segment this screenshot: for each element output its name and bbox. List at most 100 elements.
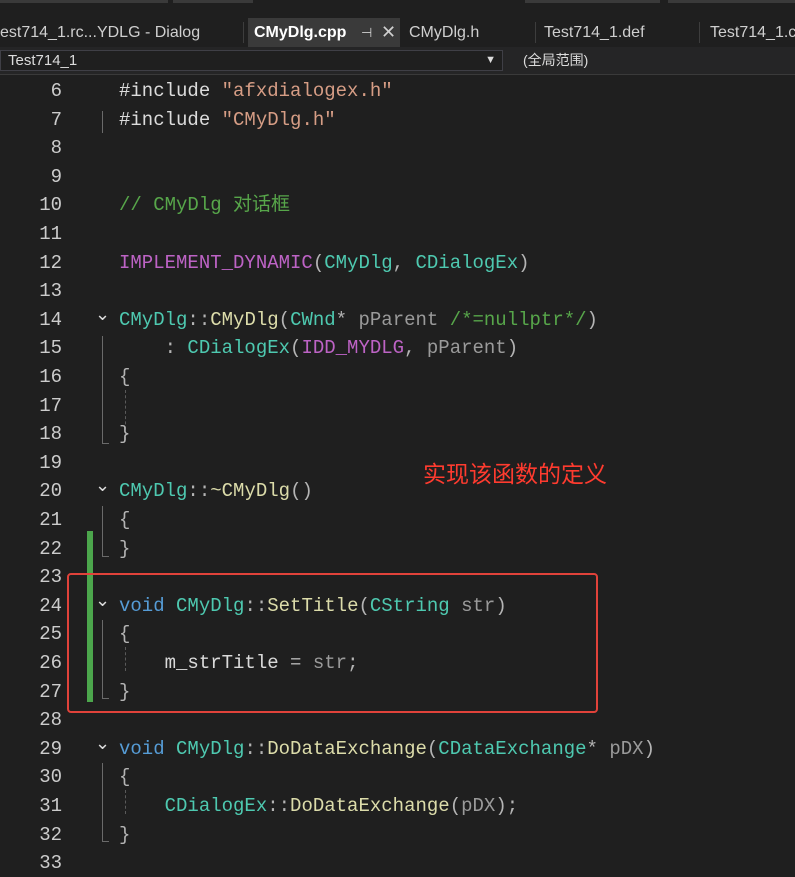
pin-icon[interactable]: ⊣ xyxy=(361,18,372,47)
collapse-chevron-icon[interactable]: ⌄ xyxy=(95,729,110,757)
code-token: CMyDlg xyxy=(324,251,393,274)
code-token: CWnd xyxy=(290,308,336,331)
collapse-chevron-icon[interactable]: ⌄ xyxy=(95,471,110,499)
code-token: IMPLEMENT_DYNAMIC xyxy=(119,251,313,274)
code-text: CMyDlg::~CMyDlg() xyxy=(119,477,313,505)
code-line[interactable]: 22} xyxy=(0,535,795,563)
line-number: 6 xyxy=(50,80,62,102)
code-line[interactable]: 11 xyxy=(0,220,795,248)
line-number: 14 xyxy=(39,308,62,331)
code-token: DoDataExchange xyxy=(290,795,450,817)
code-token: pDX xyxy=(461,795,496,817)
annotation-label: 实现该函数的定义 xyxy=(423,462,607,488)
line-number: 13 xyxy=(39,280,62,303)
code-line[interactable]: 16 { xyxy=(0,363,795,391)
tab-divider xyxy=(535,22,536,43)
line-number: 15 xyxy=(39,337,62,360)
line-number: 23 xyxy=(39,566,62,589)
tab-label: Test714_1.def xyxy=(544,24,645,41)
code-line[interactable]: 7 #include "CMyDlg.h" xyxy=(0,106,795,134)
code-line[interactable]: 15 : CDialogEx(IDD_MYDLG, pParent) xyxy=(0,334,795,362)
code-token: pParent xyxy=(358,308,450,331)
tab-cmydlg-h[interactable]: CMyDlg.h xyxy=(403,18,533,47)
line-number: 29 xyxy=(39,737,62,760)
code-token: ~CMyDlg xyxy=(210,480,291,503)
code-text: : CDialogEx(IDD_MYDLG, pParent) xyxy=(119,334,519,362)
code-text: #include "CMyDlg.h" xyxy=(119,106,336,134)
code-line[interactable]: 21 { xyxy=(0,506,795,534)
project-label: Test714_1 xyxy=(8,52,78,69)
code-text: // CMyDlg 对话框 xyxy=(119,191,290,219)
code-token: } xyxy=(119,423,131,446)
code-token: } xyxy=(119,537,131,560)
tab-label: CMyDlg.cpp xyxy=(254,24,347,41)
code-line[interactable]: 10 // CMyDlg 对话框 xyxy=(0,191,795,219)
code-token: : xyxy=(119,337,188,360)
scope-dropdown[interactable]: (全局范围) xyxy=(523,50,588,71)
code-line[interactable]: 8 xyxy=(0,134,795,162)
code-line[interactable]: 9 xyxy=(0,163,795,191)
line-number: 9 xyxy=(50,165,62,188)
line-number: 32 xyxy=(39,823,62,846)
code-token: "CMyDlg.h" xyxy=(221,108,336,131)
line-number: 28 xyxy=(39,709,62,732)
code-token: CDialogEx xyxy=(187,337,291,360)
code-text: } xyxy=(119,420,130,448)
tab-test-c[interactable]: Test714_1.c xyxy=(704,18,795,47)
tab-rc-dialog[interactable]: est714_1.rc...YDLG - Dialog xyxy=(0,18,243,47)
code-token: // CMyDlg 对话框 xyxy=(119,194,291,217)
line-number: 33 xyxy=(39,852,62,875)
line-number: 30 xyxy=(39,766,62,789)
code-line[interactable]: 13 xyxy=(0,277,795,305)
code-line[interactable]: 30 { xyxy=(0,763,795,791)
annotation-highlight-box xyxy=(67,573,598,713)
navigation-bar: Test714_1 ▼ (全局范围) xyxy=(0,47,795,75)
code-line[interactable]: 12 IMPLEMENT_DYNAMIC(CMyDlg, CDialogEx) xyxy=(0,249,795,277)
code-editor[interactable]: 6 #include "afxdialogex.h" 7 #include "CMyD… xyxy=(0,75,795,874)
code-line[interactable]: 19 xyxy=(0,449,795,477)
code-token: ( xyxy=(278,308,291,331)
code-token: { xyxy=(119,509,131,531)
code-token: /*=nullptr*/ xyxy=(449,308,587,331)
code-token: CMyDlg xyxy=(210,308,279,331)
tab-label: Test714_1.c xyxy=(710,24,795,41)
code-token: :: xyxy=(267,795,291,817)
line-number: 24 xyxy=(39,594,62,617)
code-text: { xyxy=(119,763,130,791)
code-line[interactable]: 20 ⌄ CMyDlg::~CMyDlg() xyxy=(0,475,795,505)
code-token: :: xyxy=(187,308,211,331)
code-line[interactable]: 32} xyxy=(0,821,795,849)
code-token: ) xyxy=(506,337,519,360)
code-line[interactable]: 14 ⌄ CMyDlg::CMyDlg(CWnd* pParent /*=nullp… xyxy=(0,304,795,334)
collapse-chevron-icon[interactable]: ⌄ xyxy=(95,300,110,328)
code-line[interactable]: 6 #include "afxdialogex.h" xyxy=(0,77,795,105)
close-icon[interactable]: ✕ xyxy=(381,18,396,47)
line-number: 31 xyxy=(39,795,62,817)
scope-label: (全局范围) xyxy=(523,52,589,68)
code-token: , xyxy=(404,337,427,360)
line-number: 7 xyxy=(50,108,62,131)
line-number: 12 xyxy=(39,251,62,274)
line-number: 19 xyxy=(39,451,62,474)
code-token: CDataExchange xyxy=(438,737,587,760)
code-text: } xyxy=(119,535,130,563)
code-line[interactable]: 33 xyxy=(0,849,795,877)
tab-def[interactable]: Test714_1.def xyxy=(538,18,698,47)
project-dropdown[interactable]: Test714_1 ▼ xyxy=(0,50,503,71)
code-text: CDialogEx::DoDataExchange(pDX); xyxy=(119,792,519,820)
title-strip xyxy=(525,0,660,3)
code-text: void CMyDlg::DoDataExchange(CDataExchang… xyxy=(119,735,655,763)
code-text: #include "afxdialogex.h" xyxy=(119,77,393,105)
code-line[interactable]: 17 xyxy=(0,392,795,420)
code-token: * xyxy=(335,308,359,331)
code-line[interactable]: 29 ⌄ void CMyDlg::DoDataExchange(CDataExch… xyxy=(0,733,795,763)
line-number: 21 xyxy=(39,509,62,531)
code-line[interactable]: 31 CDialogEx::DoDataExchange(pDX); xyxy=(0,792,795,820)
code-text: } xyxy=(119,821,130,849)
code-line[interactable]: 18} xyxy=(0,420,795,448)
document-tab-bar: est714_1.rc...YDLG - Dialog CMyDlg.cpp ⊣… xyxy=(0,0,795,47)
tab-cmydlg-cpp[interactable]: CMyDlg.cpp ⊣ ✕ xyxy=(248,18,400,47)
line-number: 8 xyxy=(50,137,62,160)
title-strip xyxy=(668,0,795,3)
